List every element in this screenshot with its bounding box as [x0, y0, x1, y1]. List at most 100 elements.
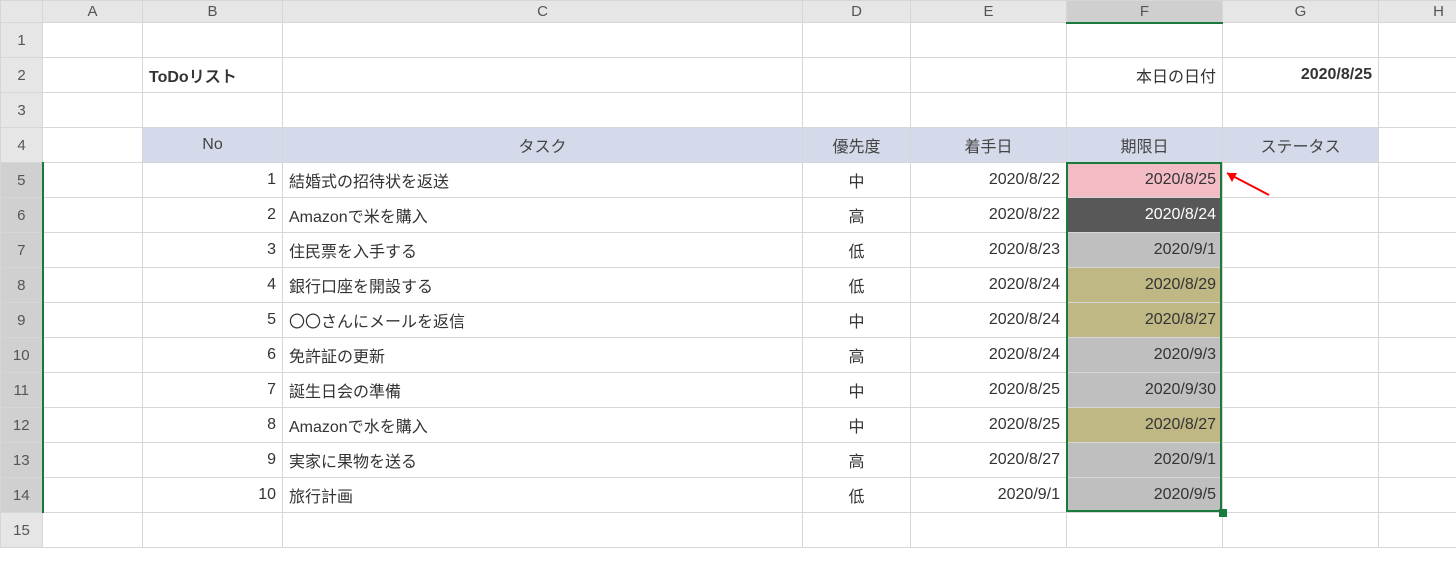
cell-B10-no[interactable]: 6	[143, 338, 283, 373]
cell-E1[interactable]	[911, 23, 1067, 58]
cell-A15[interactable]	[43, 513, 143, 548]
cell-E11-start[interactable]: 2020/8/25	[911, 373, 1067, 408]
cell-E9-start[interactable]: 2020/8/24	[911, 303, 1067, 338]
cell-E3[interactable]	[911, 93, 1067, 128]
cell-B11-no[interactable]: 7	[143, 373, 283, 408]
cell-H5[interactable]	[1379, 163, 1456, 198]
cell-C13-task[interactable]: 実家に果物を送る	[283, 443, 803, 478]
cell-E6-start[interactable]: 2020/8/22	[911, 198, 1067, 233]
cell-D11-priority[interactable]: 中	[803, 373, 911, 408]
cell-F13-due[interactable]: 2020/9/1	[1067, 443, 1223, 478]
row-header-10[interactable]: 10	[1, 338, 43, 373]
cell-E12-start[interactable]: 2020/8/25	[911, 408, 1067, 443]
cell-E7-start[interactable]: 2020/8/23	[911, 233, 1067, 268]
row-header-1[interactable]: 1	[1, 23, 43, 58]
cell-A2[interactable]	[43, 58, 143, 93]
cell-E5-start[interactable]: 2020/8/22	[911, 163, 1067, 198]
cell-F15[interactable]	[1067, 513, 1223, 548]
cell-B7-no[interactable]: 3	[143, 233, 283, 268]
col-header-C[interactable]: C	[283, 1, 803, 23]
cell-D6-priority[interactable]: 高	[803, 198, 911, 233]
col-header-E[interactable]: E	[911, 1, 1067, 23]
cell-A6[interactable]	[43, 198, 143, 233]
cell-H4[interactable]	[1379, 128, 1456, 163]
cell-D10-priority[interactable]: 高	[803, 338, 911, 373]
cell-G11-status[interactable]	[1223, 373, 1379, 408]
cell-C2[interactable]	[283, 58, 803, 93]
cell-E2[interactable]	[911, 58, 1067, 93]
cell-D2[interactable]	[803, 58, 911, 93]
cell-G3[interactable]	[1223, 93, 1379, 128]
col-header-B[interactable]: B	[143, 1, 283, 23]
row-header-2[interactable]: 2	[1, 58, 43, 93]
cell-C9-task[interactable]: 〇〇さんにメールを返信	[283, 303, 803, 338]
cell-B4-header-no[interactable]: No	[143, 128, 283, 163]
cell-H13[interactable]	[1379, 443, 1456, 478]
cell-C15[interactable]	[283, 513, 803, 548]
cell-A14[interactable]	[43, 478, 143, 513]
row-header-7[interactable]: 7	[1, 233, 43, 268]
cell-F10-due[interactable]: 2020/9/3	[1067, 338, 1223, 373]
cell-F2-today-label[interactable]: 本日の日付	[1067, 58, 1223, 93]
cell-C3[interactable]	[283, 93, 803, 128]
cell-E15[interactable]	[911, 513, 1067, 548]
cell-D8-priority[interactable]: 低	[803, 268, 911, 303]
cell-A7[interactable]	[43, 233, 143, 268]
cell-D5-priority[interactable]: 中	[803, 163, 911, 198]
cell-A1[interactable]	[43, 23, 143, 58]
col-header-F[interactable]: F	[1067, 1, 1223, 23]
cell-D14-priority[interactable]: 低	[803, 478, 911, 513]
row-header-13[interactable]: 13	[1, 443, 43, 478]
cell-G4-header-status[interactable]: ステータス	[1223, 128, 1379, 163]
cell-G2-today-value[interactable]: 2020/8/25	[1223, 58, 1379, 93]
cell-D15[interactable]	[803, 513, 911, 548]
cell-A9[interactable]	[43, 303, 143, 338]
cell-E4-header-start[interactable]: 着手日	[911, 128, 1067, 163]
col-header-A[interactable]: A	[43, 1, 143, 23]
row-header-15[interactable]: 15	[1, 513, 43, 548]
cell-H7[interactable]	[1379, 233, 1456, 268]
cell-H2[interactable]	[1379, 58, 1456, 93]
cell-F5-due[interactable]: 2020/8/25	[1067, 163, 1223, 198]
cell-H14[interactable]	[1379, 478, 1456, 513]
cell-B12-no[interactable]: 8	[143, 408, 283, 443]
cell-G5-status[interactable]	[1223, 163, 1379, 198]
cell-H9[interactable]	[1379, 303, 1456, 338]
row-header-5[interactable]: 5	[1, 163, 43, 198]
cell-A13[interactable]	[43, 443, 143, 478]
cell-G1[interactable]	[1223, 23, 1379, 58]
cell-G13-status[interactable]	[1223, 443, 1379, 478]
cell-C8-task[interactable]: 銀行口座を開設する	[283, 268, 803, 303]
row-header-9[interactable]: 9	[1, 303, 43, 338]
cell-H12[interactable]	[1379, 408, 1456, 443]
cell-H1[interactable]	[1379, 23, 1456, 58]
cell-F4-header-due[interactable]: 期限日	[1067, 128, 1223, 163]
cell-B9-no[interactable]: 5	[143, 303, 283, 338]
cell-H11[interactable]	[1379, 373, 1456, 408]
cell-E8-start[interactable]: 2020/8/24	[911, 268, 1067, 303]
row-header-11[interactable]: 11	[1, 373, 43, 408]
cell-F11-due[interactable]: 2020/9/30	[1067, 373, 1223, 408]
cell-C12-task[interactable]: Amazonで水を購入	[283, 408, 803, 443]
cell-F14-due[interactable]: 2020/9/5	[1067, 478, 1223, 513]
cell-F7-due[interactable]: 2020/9/1	[1067, 233, 1223, 268]
cell-H3[interactable]	[1379, 93, 1456, 128]
cell-C6-task[interactable]: Amazonで米を購入	[283, 198, 803, 233]
cell-C11-task[interactable]: 誕生日会の準備	[283, 373, 803, 408]
select-all-corner[interactable]	[1, 1, 43, 23]
cell-H15[interactable]	[1379, 513, 1456, 548]
cell-H8[interactable]	[1379, 268, 1456, 303]
col-header-D[interactable]: D	[803, 1, 911, 23]
cell-G6-status[interactable]	[1223, 198, 1379, 233]
row-header-4[interactable]: 4	[1, 128, 43, 163]
spreadsheet-grid[interactable]: A B C D E F G H 1 2 ToDoリスト 本日の日付 2020/8…	[0, 0, 1456, 548]
cell-A5[interactable]	[43, 163, 143, 198]
cell-G10-status[interactable]	[1223, 338, 1379, 373]
row-header-12[interactable]: 12	[1, 408, 43, 443]
col-header-G[interactable]: G	[1223, 1, 1379, 23]
cell-F12-due[interactable]: 2020/8/27	[1067, 408, 1223, 443]
cell-A8[interactable]	[43, 268, 143, 303]
cell-C5-task[interactable]: 結婚式の招待状を返送	[283, 163, 803, 198]
cell-E10-start[interactable]: 2020/8/24	[911, 338, 1067, 373]
cell-E13-start[interactable]: 2020/8/27	[911, 443, 1067, 478]
